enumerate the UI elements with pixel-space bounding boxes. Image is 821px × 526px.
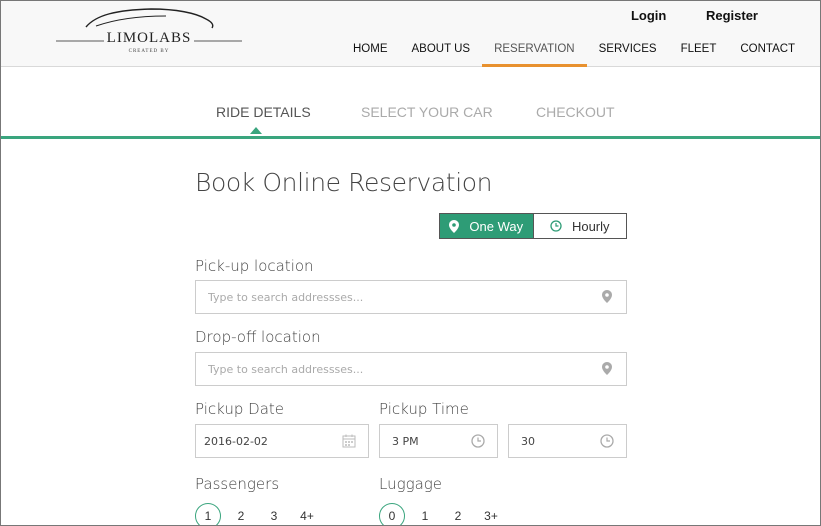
nav-item-fleet[interactable]: FLEET	[669, 37, 729, 67]
luggage-selector: 0 1 2 3+	[379, 503, 511, 525]
luggage-label: Luggage	[379, 475, 443, 493]
nav-item-about-us[interactable]: ABOUT US	[400, 37, 483, 67]
nav-item-reservation[interactable]: RESERVATION	[482, 37, 587, 67]
pickup-location-label: Pick-up location	[195, 257, 314, 275]
step-select-your-car[interactable]: SELECT YOUR CAR	[361, 104, 493, 120]
dropoff-location-field	[195, 352, 627, 386]
dropoff-location-input[interactable]	[196, 353, 626, 385]
calendar-icon	[342, 434, 356, 453]
passengers-option-4-plus[interactable]: 4+	[294, 503, 320, 525]
luggage-option-2[interactable]: 2	[445, 503, 471, 525]
pickup-time-label: Pickup Time	[379, 400, 469, 418]
nav-item-services[interactable]: SERVICES	[587, 37, 669, 67]
hourly-label: Hourly	[571, 218, 610, 234]
pickup-hour-field	[379, 424, 498, 458]
dropoff-location-label: Drop-off location	[195, 328, 321, 346]
booking-steps: RIDE DETAILS SELECT YOUR CAR CHECKOUT	[1, 67, 820, 139]
pickup-date-label: Pickup Date	[195, 400, 285, 418]
auth-links: Login Register	[595, 8, 758, 23]
step-ride-details[interactable]: RIDE DETAILS	[216, 104, 311, 120]
passengers-option-2[interactable]: 2	[228, 503, 254, 525]
page-frame: LIMOLABS CREATED BY Login Register HOME …	[0, 0, 821, 526]
location-pin-icon	[602, 362, 612, 380]
brand-sub: CREATED BY	[128, 49, 170, 54]
pickup-location-input[interactable]	[196, 281, 626, 313]
luggage-option-0[interactable]: 0	[379, 503, 405, 525]
site-header: LIMOLABS CREATED BY Login Register HOME …	[1, 1, 820, 67]
one-way-label: One Way	[469, 218, 524, 234]
logo[interactable]: LIMOLABS CREATED BY	[56, 7, 242, 59]
one-way-option[interactable]: One Way	[440, 214, 533, 238]
passengers-option-1[interactable]: 1	[195, 503, 221, 525]
brand-name: LIMOLABS	[106, 30, 192, 46]
page-title: Book Online Reservation	[195, 168, 493, 197]
pickup-date-field	[195, 424, 369, 458]
trip-type-toggle: One Way Hourly	[439, 213, 627, 239]
login-link[interactable]: Login	[631, 8, 666, 23]
pickup-minute-field	[508, 424, 627, 458]
luggage-option-3-plus[interactable]: 3+	[478, 503, 504, 525]
hourly-option[interactable]: Hourly	[532, 214, 627, 238]
nav-item-home[interactable]: HOME	[341, 37, 400, 67]
register-link[interactable]: Register	[706, 8, 758, 23]
pickup-location-field	[195, 280, 627, 314]
luggage-option-1[interactable]: 1	[412, 503, 438, 525]
passengers-label: Passengers	[195, 475, 280, 493]
passengers-selector: 1 2 3 4+	[195, 503, 327, 525]
map-pin-icon	[449, 219, 460, 233]
step-checkout[interactable]: CHECKOUT	[536, 104, 615, 120]
main-nav: HOME ABOUT US RESERVATION SERVICES FLEET…	[341, 37, 807, 67]
active-step-indicator	[250, 127, 262, 134]
clock-icon	[550, 220, 562, 232]
passengers-option-3[interactable]: 3	[261, 503, 287, 525]
clock-icon	[600, 434, 614, 453]
nav-item-contact[interactable]: CONTACT	[728, 37, 807, 67]
location-pin-icon	[602, 290, 612, 308]
clock-icon	[471, 434, 485, 453]
